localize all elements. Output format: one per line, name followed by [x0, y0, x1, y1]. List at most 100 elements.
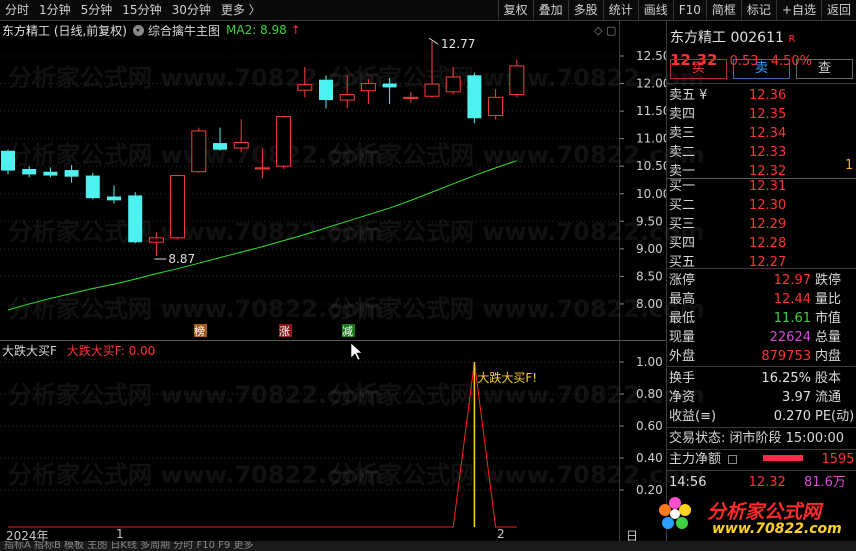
bid-price: 12.30	[749, 198, 787, 213]
quote-label: 换手	[669, 371, 696, 386]
buy-button[interactable]: 买	[670, 59, 727, 79]
net-inflow-row: 主力净额 1595	[669, 450, 855, 469]
candle-body	[403, 96, 419, 99]
ask-price: 12.33	[749, 145, 787, 160]
trade-status: 交易状态: 闭市阶段 15:00:00	[669, 431, 845, 446]
candle-body	[424, 83, 440, 97]
ask-row[interactable]: 卖二 12.33	[669, 143, 854, 162]
quote-row: 净资 3.97 流通	[669, 388, 854, 407]
candle-body	[43, 171, 58, 176]
date-axis-month-1: 1	[116, 527, 124, 541]
trade-buttons: 买 卖 查	[670, 59, 853, 79]
high-label: 12.77	[441, 38, 475, 51]
sub-indicator-value: 大跌大买F: 0.00	[66, 344, 156, 358]
candle-body	[360, 83, 376, 92]
high-pointer	[428, 38, 439, 45]
ask-one-volume: 1	[845, 158, 854, 173]
ask-price: 12.36	[749, 88, 787, 103]
add-watchlist-button[interactable]: +自选	[775, 0, 821, 21]
calendar-icon[interactable]	[728, 455, 738, 464]
ma2-polyline	[7, 160, 517, 311]
sub-y-tick-label: 0.60	[636, 419, 663, 433]
mark-button[interactable]: 标记	[740, 0, 776, 21]
kline-chart[interactable]: 8.008.509.009.5010.0010.5011.0011.5012.0…	[0, 38, 666, 541]
tab-15min[interactable]: 15分钟	[117, 0, 166, 21]
quote-label: 收益(≡)	[669, 409, 717, 424]
candle-body	[276, 116, 292, 167]
quote-label-2: 内盘	[815, 349, 842, 364]
y-tick-label: 8.00	[636, 297, 663, 311]
low-label: 8.87	[168, 252, 195, 266]
quote-row: 外盘 879753 内盘	[669, 347, 854, 366]
net-inflow-label: 主力净额	[669, 452, 722, 467]
stock-name: 东方精工 002611	[670, 30, 784, 46]
separator	[667, 427, 856, 428]
candle-body	[467, 75, 482, 119]
sell-button[interactable]: 卖	[733, 59, 790, 79]
indicator-dropdown-icon[interactable]	[133, 24, 144, 36]
fuquan-button[interactable]: 复权	[497, 0, 533, 21]
stats-button[interactable]: 统计	[602, 0, 638, 21]
indicator-name[interactable]: 综合擒牛主图	[148, 22, 220, 39]
bid-row[interactable]: 买三 12.29	[669, 215, 854, 234]
tab-30min[interactable]: 30分钟	[167, 0, 216, 21]
logo-url: www.70822.com	[712, 521, 842, 537]
toolbar-actions: 复权 叠加 多股 统计 画线 F10 简框 标记 +自选 返回	[497, 0, 856, 21]
bid-row[interactable]: 买一 12.31	[669, 177, 854, 196]
quote-value: 12.97	[773, 273, 811, 288]
sub-indicator-name[interactable]: 大跌大买F	[2, 344, 57, 358]
ask-label: 卖四	[669, 107, 696, 122]
candle-body	[339, 94, 355, 101]
bid-price: 12.29	[749, 217, 787, 232]
simple-frame-button[interactable]: 简框	[705, 0, 741, 21]
axis-divider	[619, 21, 620, 551]
quote-label: 外盘	[669, 349, 696, 364]
chart-stock-title: 东方精工 (日线,前复权)	[2, 23, 127, 38]
mouse-cursor-icon	[350, 342, 363, 361]
sub-y-tick-label: 1.00	[636, 355, 663, 369]
marker-label: 涨	[279, 325, 290, 338]
bid-row[interactable]: 买四 12.28	[669, 234, 854, 253]
candle-body	[22, 168, 37, 175]
multi-stock-button[interactable]: 多股	[567, 0, 603, 21]
quote-value: 22624	[769, 330, 811, 345]
chart-window-icons[interactable]: ◇ ▢	[594, 24, 616, 37]
overlay-button[interactable]: 叠加	[532, 0, 568, 21]
y-tick-label: 9.50	[636, 214, 663, 228]
top-toolbar: 分时 1分钟 5分钟 15分钟 30分钟 更多 〉 复权 叠加 多股 统计 画线…	[0, 0, 856, 21]
tab-fenshi[interactable]: 分时	[0, 0, 34, 21]
back-button[interactable]: 返回	[820, 0, 856, 21]
tick-time: 14:56	[669, 475, 707, 490]
price-axis: 8.00 8.50 9.00 9.50 10.00 10.50 11.00 11.50 12.0…	[619, 49, 666, 311]
candle-body	[148, 237, 164, 243]
tab-more[interactable]: 更多 〉	[216, 0, 266, 21]
ask-label: 卖三	[669, 126, 696, 141]
bid-row[interactable]: 买五 12.27	[669, 253, 854, 272]
tab-5min[interactable]: 5分钟	[76, 0, 118, 21]
bid-price: 12.31	[749, 179, 787, 194]
f10-button[interactable]: F10	[672, 0, 706, 21]
query-button[interactable]: 查	[796, 59, 853, 79]
tab-1min[interactable]: 1分钟	[34, 0, 76, 21]
bid-label: 买四	[669, 236, 696, 251]
quote-label: 现量	[669, 330, 696, 345]
net-inflow-bar	[763, 455, 804, 461]
bid-row[interactable]: 买二 12.30	[669, 196, 854, 215]
quote-row: 最高 12.44 量比	[669, 290, 854, 309]
signal-markers: 榜涨减	[194, 324, 355, 338]
y-tick-label: 9.00	[636, 242, 663, 256]
quote-label: 涨停	[669, 273, 696, 288]
pane-divider[interactable]	[0, 340, 666, 341]
bid-label: 买二	[669, 198, 696, 213]
candle-body	[128, 195, 143, 243]
ask-row[interactable]: 卖三 12.34	[669, 124, 854, 143]
draw-line-button[interactable]: 画线	[637, 0, 673, 21]
quote-row: 收益(≡) 0.270 PE(动)	[669, 407, 854, 426]
ask-row[interactable]: 卖四 12.35	[669, 105, 854, 124]
quote-label-2: 股本	[815, 371, 842, 386]
quote-label: 净资	[669, 390, 696, 405]
ask-row[interactable]: 卖五 ¥ 12.36	[669, 86, 854, 105]
bid-label: 买三	[669, 217, 696, 232]
y-tick-label: 12.50	[636, 49, 666, 63]
quote-value: 11.61	[773, 311, 811, 326]
